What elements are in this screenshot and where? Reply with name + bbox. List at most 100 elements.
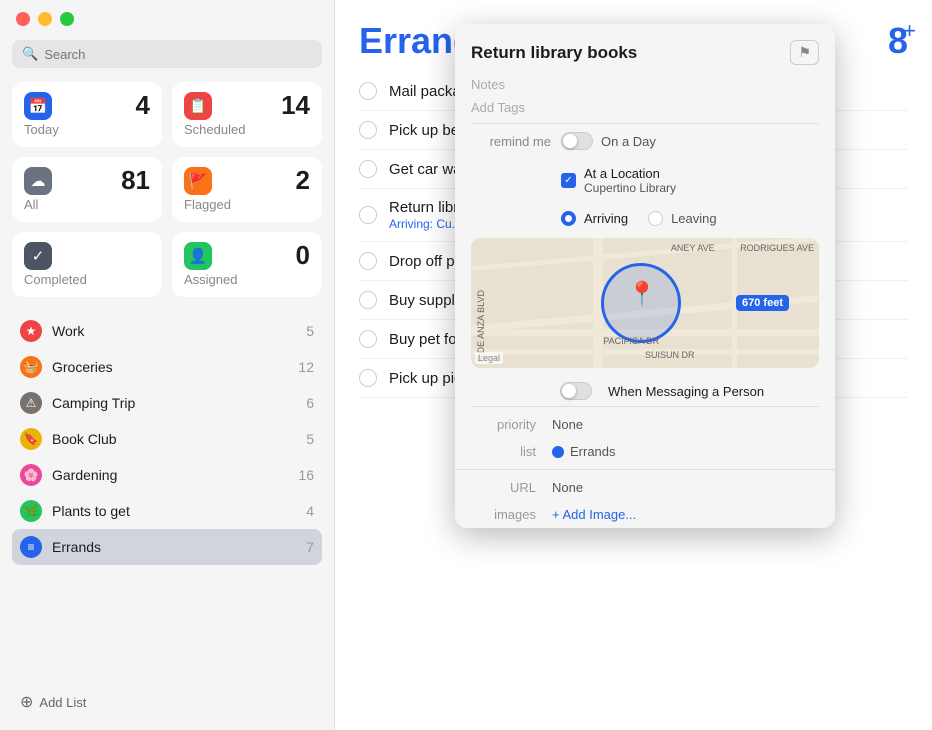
list-item-gardening[interactable]: 🌸 Gardening 16	[12, 457, 322, 493]
work-dot: ★	[20, 320, 42, 342]
groceries-count: 12	[298, 359, 314, 375]
map-background: 📍 670 feet RODRIGUES AVE S DE ANZA BLVD …	[471, 238, 819, 368]
arriving-leaving-row: Arriving Leaving	[455, 203, 835, 234]
bookclub-dot: 🔖	[20, 428, 42, 450]
smart-list-assigned[interactable]: 👤 0 Assigned	[172, 232, 322, 297]
camping-name: Camping Trip	[52, 395, 306, 411]
list-item-bookclub[interactable]: 🔖 Book Club 5	[12, 421, 322, 457]
scheduled-icon: 📋	[184, 92, 212, 120]
road-label-pacifica: PACIFICA DR	[603, 336, 659, 346]
add-list-button[interactable]: ⊕ Add List	[12, 682, 322, 722]
arriving-label: Arriving	[584, 211, 628, 226]
list-item-plants[interactable]: 🌿 Plants to get 4	[12, 493, 322, 529]
bookclub-count: 5	[306, 431, 314, 447]
task-checkbox[interactable]	[359, 206, 377, 224]
list-label: list	[471, 444, 536, 459]
when-messaging-toggle[interactable]	[560, 382, 592, 400]
plants-count: 4	[306, 503, 314, 519]
task-checkbox[interactable]	[359, 160, 377, 178]
on-a-day-label: On a Day	[601, 134, 656, 149]
images-row: images + Add Image...	[455, 501, 835, 528]
today-count: 4	[136, 92, 150, 118]
url-row: URL None	[455, 474, 835, 501]
window-controls	[12, 12, 322, 26]
add-task-button[interactable]: +	[903, 18, 916, 44]
errands-count: 7	[306, 539, 314, 555]
list-item-camping[interactable]: ⚠ Camping Trip 6	[12, 385, 322, 421]
priority-row: priority None	[455, 411, 835, 438]
add-image-link[interactable]: + Add Image...	[552, 507, 636, 522]
smart-list-all[interactable]: ☁ 81 All	[12, 157, 162, 222]
arriving-content: Arriving Leaving	[561, 211, 819, 226]
location-details: At a Location Cupertino Library	[584, 166, 676, 195]
tags-field[interactable]: Add Tags	[455, 96, 835, 123]
sidebar: 🔍 📅 4 Today 📋 14 Scheduled ☁ 81 Al	[0, 0, 335, 730]
location-content: ✓ At a Location Cupertino Library	[561, 166, 819, 195]
flagged-icon: 🚩	[184, 167, 212, 195]
on-a-day-toggle[interactable]	[561, 132, 593, 150]
priority-label: priority	[471, 417, 536, 432]
list-value: Errands	[570, 444, 616, 459]
list-color-dot	[552, 446, 564, 458]
flagged-count: 2	[296, 167, 310, 193]
map-legal-label: Legal	[475, 352, 503, 364]
scheduled-label: Scheduled	[184, 122, 310, 137]
groceries-name: Groceries	[52, 359, 298, 375]
leaving-radio[interactable]	[648, 211, 663, 226]
list-item-errands[interactable]: ≡ Errands 7	[12, 529, 322, 565]
notes-field[interactable]: Notes	[455, 73, 835, 96]
camping-dot: ⚠	[20, 392, 42, 414]
smart-list-flagged[interactable]: 🚩 2 Flagged	[172, 157, 322, 222]
remind-me-label: remind me	[471, 134, 551, 149]
road-label-rodrigues: RODRIGUES AVE	[740, 243, 814, 253]
maximize-button[interactable]	[60, 12, 74, 26]
detail-title: Return library books	[471, 43, 637, 63]
task-checkbox[interactable]	[359, 291, 377, 309]
task-checkbox[interactable]	[359, 330, 377, 348]
task-checkbox[interactable]	[359, 82, 377, 100]
task-checkbox[interactable]	[359, 369, 377, 387]
divider-2	[471, 406, 819, 407]
task-checkbox[interactable]	[359, 121, 377, 139]
smart-list-today[interactable]: 📅 4 Today	[12, 82, 162, 147]
close-button[interactable]	[16, 12, 30, 26]
today-label: Today	[24, 122, 150, 137]
today-icon: 📅	[24, 92, 52, 120]
main-content: Errands 8 + Mail packages Pick up bevera…	[335, 0, 932, 730]
remind-me-row: remind me On a Day	[455, 124, 835, 158]
assigned-label: Assigned	[184, 272, 310, 287]
at-location-checkbox[interactable]: ✓	[561, 173, 576, 188]
priority-value: None	[552, 417, 583, 432]
flag-button[interactable]: ⚑	[790, 40, 819, 65]
task-checkbox[interactable]	[359, 252, 377, 270]
list-item-groceries[interactable]: 🧺 Groceries 12	[12, 349, 322, 385]
work-count: 5	[306, 323, 314, 339]
detail-header: Return library books ⚑	[455, 24, 835, 73]
errands-dot: ≡	[20, 536, 42, 558]
flagged-label: Flagged	[184, 197, 310, 212]
arriving-radio[interactable]	[561, 211, 576, 226]
list-row: list Errands	[455, 438, 835, 465]
all-label: All	[24, 197, 150, 212]
smart-list-completed[interactable]: ✓ Completed	[12, 232, 162, 297]
search-input[interactable]	[44, 47, 312, 62]
user-lists: ★ Work 5 🧺 Groceries 12 ⚠ Camping Trip 6…	[12, 313, 322, 682]
minimize-button[interactable]	[38, 12, 52, 26]
toggle-knob	[563, 134, 577, 148]
search-icon: 🔍	[22, 46, 38, 62]
location-name: Cupertino Library	[584, 181, 676, 195]
road-label-aney: ANEY AVE	[671, 243, 715, 253]
add-list-icon: ⊕	[20, 692, 33, 712]
leaving-label: Leaving	[671, 211, 717, 226]
camping-count: 6	[306, 395, 314, 411]
at-location-label: At a Location	[584, 166, 676, 181]
distance-badge: 670 feet	[736, 295, 789, 311]
location-pin: 📍	[627, 280, 657, 309]
list-item-work[interactable]: ★ Work 5	[12, 313, 322, 349]
gardening-name: Gardening	[52, 467, 298, 483]
search-bar[interactable]: 🔍	[12, 40, 322, 68]
map-container[interactable]: 📍 670 feet RODRIGUES AVE S DE ANZA BLVD …	[471, 238, 819, 368]
gardening-dot: 🌸	[20, 464, 42, 486]
groceries-dot: 🧺	[20, 356, 42, 378]
smart-list-scheduled[interactable]: 📋 14 Scheduled	[172, 82, 322, 147]
